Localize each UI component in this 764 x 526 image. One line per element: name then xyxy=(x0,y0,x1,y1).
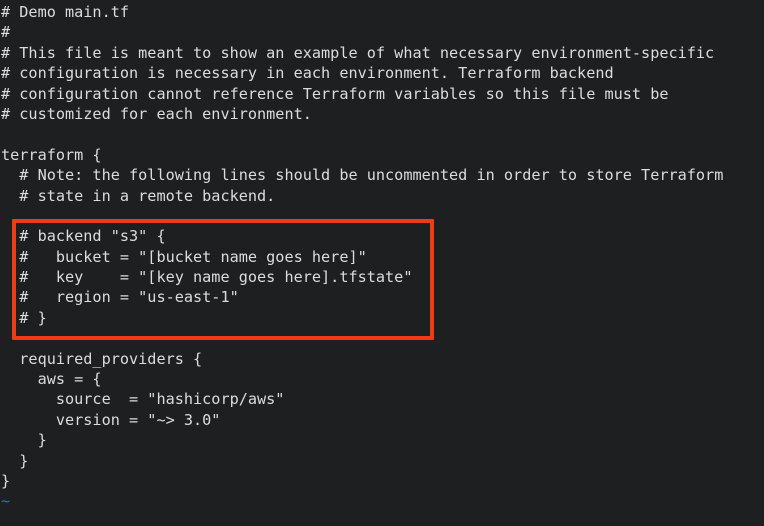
code-line: # Note: the following lines should be un… xyxy=(1,166,724,185)
code-line: # region = "us-east-1" xyxy=(1,288,239,307)
code-line: # backend "s3" { xyxy=(1,227,166,246)
code-line: version = "~> 3.0" xyxy=(1,410,221,429)
code-line: # state in a remote backend. xyxy=(1,186,276,205)
code-line: required_providers { xyxy=(1,349,203,368)
code-line: # } xyxy=(1,308,47,327)
code-editor-buffer[interactable]: # Demo main.tf # # This file is meant to… xyxy=(0,0,764,526)
code-line: # xyxy=(1,23,11,42)
code-line: aws = { xyxy=(1,370,102,389)
code-line: # customized for each environment. xyxy=(1,104,312,123)
code-line: # This file is meant to show an example … xyxy=(1,43,715,62)
code-line: # bucket = "[bucket name goes here]" xyxy=(1,247,367,266)
code-line: } xyxy=(1,471,11,490)
code-line: # Demo main.tf xyxy=(1,3,130,21)
code-line: terraform { xyxy=(1,145,102,164)
empty-buffer-marker: ~ xyxy=(1,492,11,511)
code-line: } xyxy=(1,431,47,450)
terminal-screen: # Demo main.tf # # This file is meant to… xyxy=(0,0,764,526)
code-line: source = "hashicorp/aws" xyxy=(1,390,285,409)
code-line: # configuration is necessary in each env… xyxy=(1,64,614,83)
code-line: # configuration cannot reference Terrafo… xyxy=(1,84,669,103)
code-line: } xyxy=(1,451,29,470)
code-line: # key = "[key name goes here].tfstate" xyxy=(1,268,413,287)
